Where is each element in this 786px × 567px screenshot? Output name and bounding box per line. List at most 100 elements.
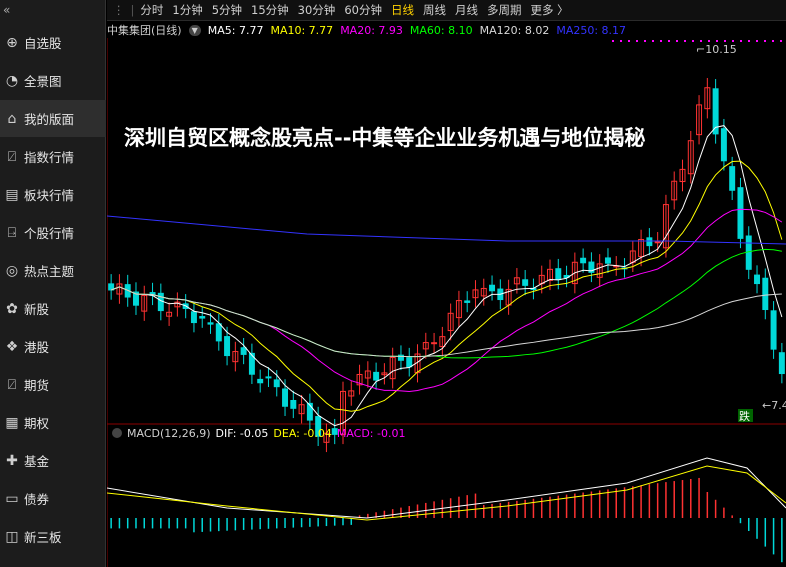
drag-handle-icon[interactable]: ⋮: [113, 3, 125, 17]
low-price-label: ←7.4: [762, 399, 786, 412]
neeq-icon: ◫: [5, 528, 19, 545]
macd-value: MACD(12,26,9): [127, 426, 211, 440]
candle-body: [737, 187, 744, 239]
period-tab[interactable]: 30分钟: [298, 2, 336, 18]
candle-body: [290, 399, 297, 409]
candle-body: [431, 342, 438, 345]
candle-body: [522, 279, 529, 286]
candle-body: [207, 322, 214, 325]
period-tab[interactable]: 60分钟: [344, 2, 382, 18]
candle-body: [555, 268, 562, 281]
period-tab[interactable]: 多周期: [487, 2, 522, 18]
candle-body: [754, 274, 761, 285]
sidebar-item[interactable]: ⍁ 指数行情: [0, 138, 106, 175]
dea-line: [106, 465, 786, 521]
sidebar-item[interactable]: ◫ 新三板: [0, 518, 106, 555]
toolbar-divider: |: [130, 3, 135, 17]
headline-overlay: 深圳自贸区概念股亮点--中集等企业业务机遇与地位揭秘: [124, 126, 646, 150]
ma-dot-marker: [652, 40, 654, 42]
ma-dot-marker: [692, 40, 694, 42]
candle-body: [604, 257, 611, 264]
period-tab[interactable]: 日线: [391, 2, 414, 18]
high-price-label: ⌐10.15: [696, 43, 737, 56]
ma120-line: [110, 286, 782, 358]
ma-dot-marker: [684, 40, 686, 42]
sidebar-item-label: 期货: [24, 378, 50, 393]
options-icon: ▦: [5, 414, 19, 431]
candle-body: [373, 371, 380, 381]
period-toolbar: ⋮ | 分时 1分钟 5分钟 15分钟 30分钟 60分钟 日线 周线 月线 多周期 更多 〉: [107, 0, 786, 21]
fund-icon: ✚: [6, 452, 18, 469]
collapse-sidebar-icon[interactable]: «: [0, 0, 105, 22]
candle-body: [770, 310, 777, 350]
ma-dot-marker: [780, 40, 782, 42]
sidebar-item[interactable]: ▭ 债券: [0, 480, 106, 517]
index-chart-icon: ⍁: [7, 148, 17, 165]
ma-dot-marker: [620, 40, 622, 42]
candle-body: [464, 300, 471, 303]
period-tab[interactable]: 分时: [140, 2, 163, 18]
candle-body: [654, 241, 661, 244]
plus-circle-icon: ⊕: [6, 34, 18, 51]
sidebar-item-label: 债券: [24, 492, 50, 507]
ma60-line: [110, 248, 782, 359]
period-tab[interactable]: 月线: [455, 2, 478, 18]
sidebar-item[interactable]: ✚ 基金: [0, 442, 106, 479]
sidebar-item[interactable]: ⌂ 我的版面: [0, 100, 106, 137]
bond-icon: ▭: [5, 490, 19, 507]
candle-body: [778, 352, 785, 375]
sidebar-item[interactable]: ✿ 新股: [0, 290, 106, 327]
ma-dot-marker: [716, 40, 718, 42]
stock-monitor-icon: ⍈: [7, 224, 17, 241]
candle-body: [282, 388, 289, 407]
candle-body: [762, 277, 769, 311]
sidebar-item[interactable]: ▤ 板块行情: [0, 176, 106, 213]
period-tab[interactable]: 更多 〉: [530, 2, 568, 18]
sidebar-item[interactable]: ◎ 热点主题: [0, 252, 106, 289]
sidebar-item-label: 指数行情: [24, 150, 75, 165]
candle-body: [224, 336, 231, 357]
badge-text: 跌: [739, 409, 750, 423]
ma-dot-marker: [676, 40, 678, 42]
sidebar-item-label: 港股: [24, 340, 50, 355]
macd-value: DIF: -0.05: [215, 426, 269, 440]
sidebar-item[interactable]: ❖ 港股: [0, 328, 106, 365]
sidebar-item-label: 全景图: [24, 74, 62, 89]
ma-dot-marker: [612, 40, 614, 42]
candle-body: [273, 379, 280, 388]
ma-value: MA250: 8.17: [556, 23, 627, 37]
candle-body: [257, 378, 264, 384]
period-tab[interactable]: 5分钟: [212, 2, 242, 18]
candle-body: [199, 316, 206, 319]
sidebar-item-label: 期权: [24, 416, 50, 431]
new-stock-icon: ✿: [6, 300, 18, 317]
sidebar-item[interactable]: ▦ 期权: [0, 404, 106, 441]
sidebar-item[interactable]: ◔ 全景图: [0, 62, 106, 99]
sidebar-item[interactable]: ⊕ 自选股: [0, 24, 106, 61]
indicator-menu-icon[interactable]: ▼: [188, 24, 201, 36]
sidebar-item-label: 板块行情: [24, 188, 75, 203]
candle-body: [720, 128, 727, 162]
macd-menu-icon[interactable]: [112, 428, 122, 438]
ma-dot-marker: [644, 40, 646, 42]
sidebar: « ⊕ 自选股 ◔ 全景图 ⌂ 我的版面 ⍁ 指数行情 ▤ 板块行情 ⍈ 个股行情 ◎ 热点主题 ✿ 新股 ❖ 港…: [0, 0, 106, 567]
target-icon: ◎: [5, 262, 19, 279]
macd-indicator-bar: MACD(12,26,9) DIF: -0.05 DEA: -0.04 MACD: -…: [112, 425, 410, 441]
ma-dot-marker: [756, 40, 758, 42]
candle-body: [489, 284, 496, 292]
candle-body: [265, 376, 272, 379]
sidebar-item[interactable]: ⍈ 个股行情: [0, 214, 106, 251]
period-tab[interactable]: 15分钟: [251, 2, 289, 18]
candle-body: [190, 311, 197, 324]
period-tab[interactable]: 1分钟: [172, 2, 202, 18]
ma-value: MA20: 7.93: [340, 23, 403, 37]
sidebar-item[interactable]: ⍁ 期货: [0, 366, 106, 403]
period-tab[interactable]: 周线: [423, 2, 446, 18]
home-icon: ⌂: [7, 110, 17, 127]
candle-body: [646, 237, 653, 247]
hk-stock-icon: ❖: [5, 338, 19, 355]
ma-dot-marker: [668, 40, 670, 42]
ma-indicator-bar: 中集集团(日线) ▼ MA5: 7.77 MA10: 7.77 MA20: 7.93…: [107, 22, 633, 38]
sidebar-item-label: 热点主题: [24, 264, 75, 279]
ma5-line: [110, 125, 783, 427]
